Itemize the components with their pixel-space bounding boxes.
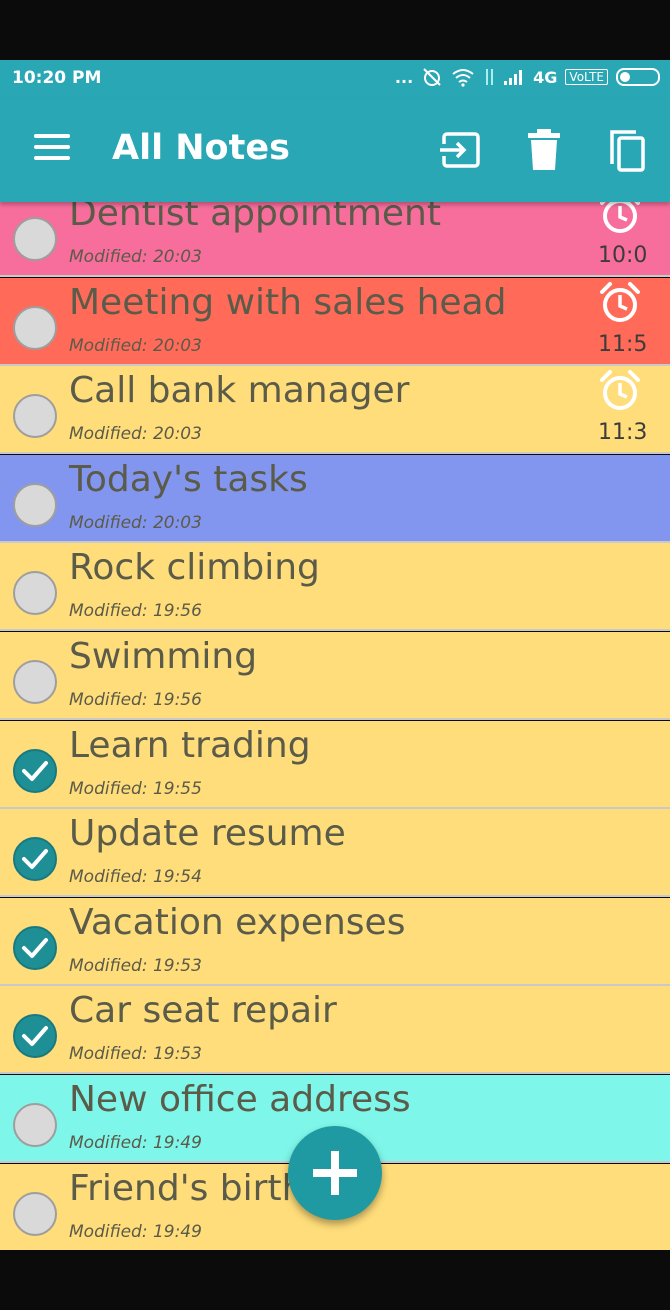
note-modified: Modified: 19:53 — [69, 1044, 202, 1065]
note-title: Swimming — [69, 636, 258, 677]
status-icons: ... 4G VoLTE — [395, 66, 660, 88]
note-modified: Modified: 19:53 — [69, 955, 202, 976]
note-modified: Modified: 19:54 — [69, 867, 202, 888]
note-title: Rock climbing — [69, 547, 320, 589]
note-checkbox[interactable] — [13, 1191, 57, 1236]
note-title: Car seat repair — [69, 990, 337, 1032]
note-checkbox[interactable] — [13, 571, 57, 616]
notes-list: Dentist appointment Modified: 20:03 10:0 Me… — [0, 202, 670, 1250]
note-modified: Modified: 19:49 — [69, 1133, 202, 1153]
note-row[interactable]: Rock climbing Modified: 19:56 — [0, 543, 670, 632]
volte-badge: VoLTE — [565, 69, 608, 85]
note-checkbox[interactable] — [13, 305, 57, 350]
battery-icon — [616, 68, 660, 86]
checkmark-icon — [22, 937, 48, 958]
export-icon[interactable] — [436, 126, 484, 174]
app-bar: All Notes — [0, 98, 670, 202]
note-title: Today's tasks — [69, 458, 308, 500]
note-modified: Modified: 19:49 — [69, 1221, 202, 1242]
note-checkbox-checked[interactable] — [13, 837, 57, 882]
note-checkbox-checked[interactable] — [13, 748, 57, 793]
note-modified: Modified: 19:55 — [69, 778, 202, 799]
checkmark-icon — [22, 849, 48, 870]
hamburger-menu-icon[interactable] — [34, 134, 70, 164]
note-modified: Modified: 20:03 — [69, 424, 202, 445]
note-title: Learn trading — [69, 724, 311, 766]
note-row[interactable]: Update resume Modified: 19:54 — [0, 809, 670, 898]
alarm-time: 10:0 — [598, 243, 648, 268]
note-modified: Modified: 19:56 — [69, 690, 202, 710]
note-row[interactable]: Swimming Modified: 19:56 — [0, 632, 670, 720]
note-title: Vacation expenses — [69, 901, 406, 943]
note-checkbox[interactable] — [13, 660, 57, 704]
status-time: 10:20 PM — [12, 68, 102, 88]
note-modified: Modified: 20:03 — [69, 512, 202, 533]
checkmark-icon — [22, 760, 48, 781]
note-row[interactable]: Meeting with sales head Modified: 20:03 11… — [0, 277, 670, 366]
signal-icon — [504, 70, 523, 85]
page-title: All Notes — [112, 128, 290, 168]
checkmark-icon — [22, 1026, 48, 1047]
note-checkbox-checked[interactable] — [13, 925, 57, 970]
note-row[interactable]: Today's tasks Modified: 20:03 — [0, 454, 670, 543]
note-modified: Modified: 19:56 — [69, 601, 202, 622]
note-checkbox[interactable] — [13, 1103, 57, 1147]
bottom-black-bar — [0, 1250, 670, 1310]
network-type: 4G — [533, 67, 558, 87]
more-dots-icon: ... — [394, 67, 414, 87]
note-checkbox-checked[interactable] — [13, 1014, 57, 1059]
data-transfer-icon — [486, 69, 494, 85]
alarm-clock-icon — [598, 202, 642, 241]
note-title: Call bank manager — [69, 370, 410, 412]
top-black-bar — [0, 0, 670, 60]
note-checkbox[interactable] — [13, 217, 57, 261]
add-note-button[interactable] — [288, 1126, 382, 1220]
status-bar: 10:20 PM ... 4G VoLTE — [0, 60, 670, 98]
alarm-time: 11:5 — [598, 331, 648, 357]
trash-icon[interactable] — [520, 126, 568, 174]
note-title: New office address — [69, 1079, 411, 1120]
note-checkbox[interactable] — [13, 482, 57, 527]
alarm-off-icon — [423, 68, 441, 86]
wifi-icon — [452, 69, 474, 87]
note-row[interactable]: Learn trading Modified: 19:55 — [0, 720, 670, 809]
alarm-clock-icon — [598, 368, 642, 418]
note-row[interactable]: Dentist appointment Modified: 20:03 10:0 — [0, 202, 670, 277]
copy-icon[interactable] — [604, 126, 652, 174]
alarm-time: 11:3 — [598, 420, 648, 446]
note-title: Dentist appointment — [69, 202, 441, 234]
alarm-clock-icon — [598, 280, 642, 330]
note-title: Update resume — [69, 813, 346, 855]
plus-icon — [313, 1151, 357, 1195]
note-title: Meeting with sales head — [69, 281, 507, 323]
note-row[interactable]: Car seat repair Modified: 19:53 — [0, 986, 670, 1075]
note-modified: Modified: 20:03 — [69, 247, 202, 267]
note-modified: Modified: 20:03 — [69, 335, 202, 356]
note-checkbox[interactable] — [13, 394, 57, 439]
note-row[interactable]: Call bank manager Modified: 20:03 11:3 — [0, 366, 670, 455]
note-row[interactable]: Vacation expenses Modified: 19:53 — [0, 897, 670, 986]
